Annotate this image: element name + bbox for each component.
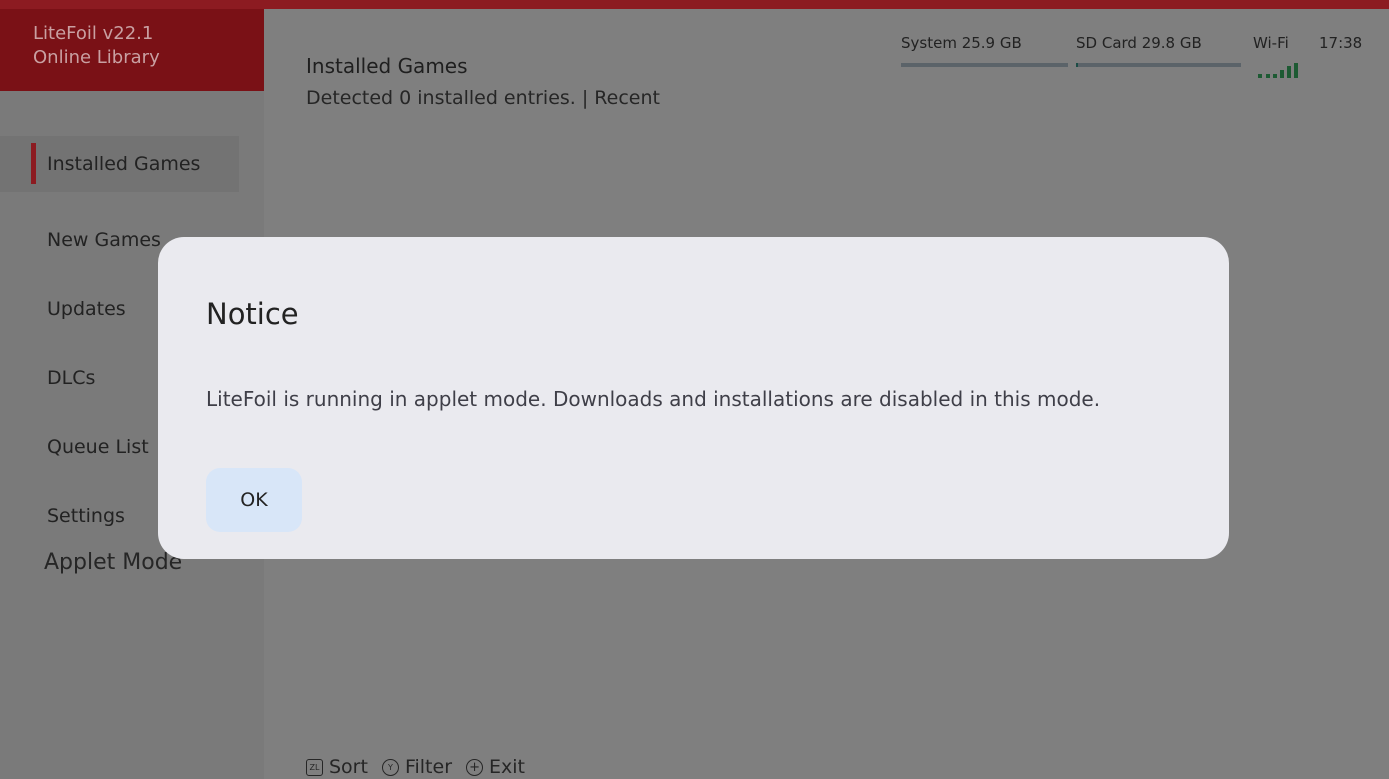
- dialog-message: LiteFoil is running in applet mode. Down…: [206, 387, 1101, 411]
- clock: 17:38: [1319, 34, 1363, 52]
- sidebar-item-label: DLCs: [47, 366, 96, 389]
- button-hints: ZL Sort Y Filter + Exit: [306, 756, 525, 778]
- sidebar-item-label: Installed Games: [47, 153, 201, 175]
- sort-hint[interactable]: ZL Sort: [306, 756, 368, 778]
- filter-hint[interactable]: Y Filter: [381, 756, 453, 778]
- wifi-signal-icon: [1258, 62, 1302, 78]
- system-storage-label: System 25.9 GB: [901, 34, 1022, 52]
- sidebar-item-label: Settings: [47, 504, 125, 527]
- app-brand: LiteFoil v22.1 Online Library: [0, 9, 264, 91]
- sidebar-item-label: Queue List: [47, 435, 149, 458]
- notice-dialog: Notice LiteFoil is running in applet mod…: [158, 237, 1229, 559]
- sidebar-item-installed-games[interactable]: Installed Games: [0, 136, 239, 192]
- applet-mode-label: Applet Mode: [44, 550, 183, 575]
- sd-storage-label: SD Card 29.8 GB: [1076, 34, 1202, 52]
- sd-storage-fill: [1076, 63, 1078, 67]
- page-subtitle: Detected 0 installed entries. | Recent: [306, 87, 660, 109]
- page-title: Installed Games: [306, 54, 468, 78]
- plus-button-icon: +: [466, 758, 484, 776]
- dialog-title: Notice: [206, 297, 299, 331]
- sidebar-item-label: New Games: [47, 228, 161, 251]
- active-indicator: [31, 143, 36, 184]
- wifi-label: Wi-Fi: [1253, 34, 1289, 52]
- system-storage-bar: [901, 63, 1068, 67]
- top-accent-line: [0, 0, 1389, 9]
- sidebar-item-label: Updates: [47, 297, 126, 320]
- exit-label: Exit: [489, 756, 525, 778]
- sort-label: Sort: [329, 756, 368, 778]
- zl-button-icon: ZL: [306, 758, 323, 776]
- app-subtitle: Online Library: [33, 47, 160, 68]
- app-title: LiteFoil v22.1: [33, 23, 154, 44]
- ok-button[interactable]: OK: [206, 468, 302, 532]
- filter-label: Filter: [404, 756, 453, 778]
- exit-hint[interactable]: + Exit: [466, 756, 525, 778]
- sd-storage-bar: [1076, 63, 1241, 67]
- y-button-icon: Y: [381, 758, 399, 776]
